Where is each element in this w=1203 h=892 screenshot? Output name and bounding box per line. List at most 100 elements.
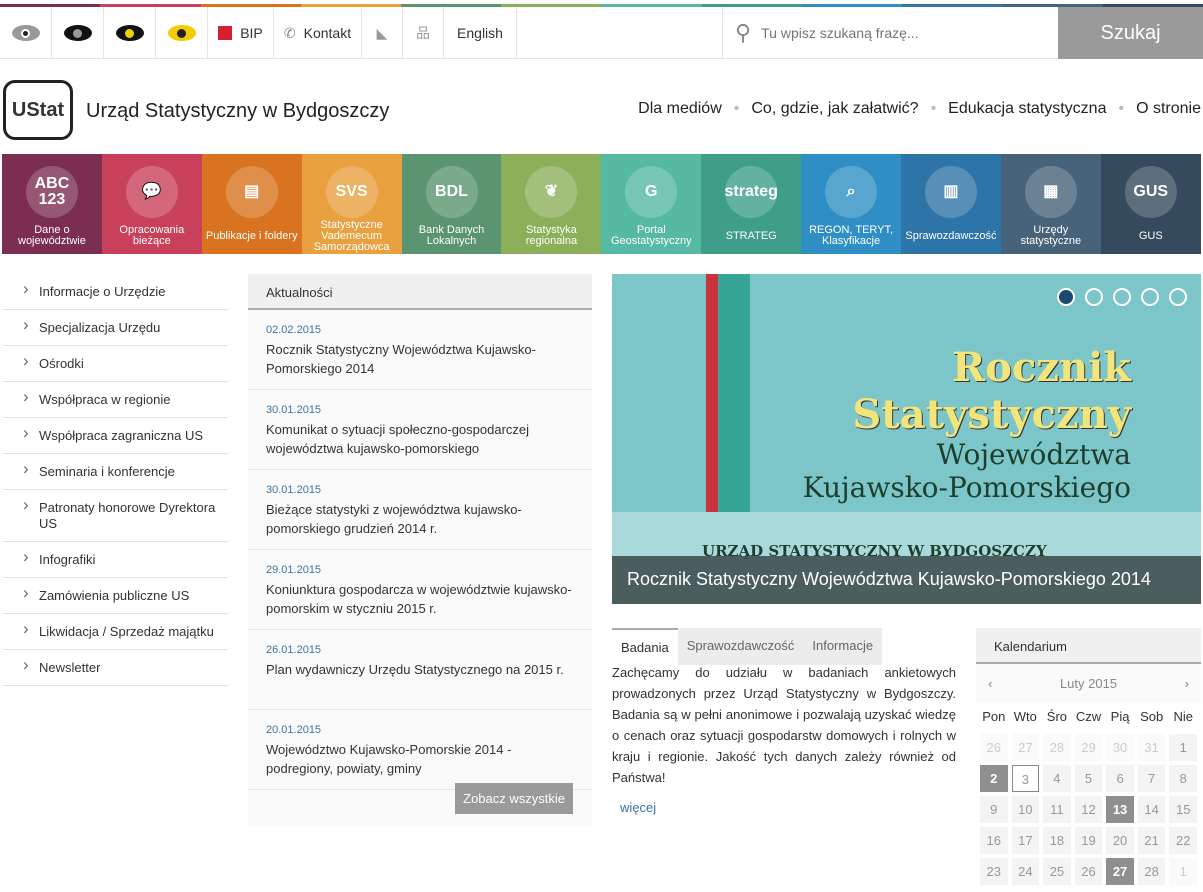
sidebar-item[interactable]: Współpraca w regionie (3, 382, 228, 418)
calendar-day[interactable]: 27 (1106, 858, 1134, 885)
see-all-button[interactable]: Zobacz wszystkie (455, 783, 573, 814)
search-button[interactable]: Szukaj (1058, 7, 1203, 59)
news-title[interactable]: Bieżące statystyki z województwa kujawsk… (266, 500, 574, 538)
news-title[interactable]: Komunikat o sytuacji społeczno-gospodarc… (266, 420, 574, 458)
news-item[interactable]: 02.02.2015 Rocznik Statystyczny Województ… (248, 310, 592, 390)
calendar-day[interactable]: 9 (980, 796, 1008, 823)
nav-link[interactable]: Co, gdzie, jak załatwić? (751, 100, 918, 118)
calendar-day[interactable]: 14 (1137, 796, 1166, 823)
calendar-day[interactable]: 13 (1106, 796, 1134, 823)
news-item[interactable]: 20.01.2015 Województwo Kujawsko-Pomorskie… (248, 710, 592, 790)
slide-dot[interactable] (1113, 288, 1131, 306)
english-link[interactable]: English (444, 7, 517, 59)
contrast-default-button[interactable] (0, 7, 52, 59)
slide-dot[interactable] (1169, 288, 1187, 306)
news-title[interactable]: Koniunktura gospodarcza w województwie k… (266, 580, 574, 618)
calendar-day[interactable]: 29 (1074, 734, 1103, 761)
news-item[interactable]: 29.01.2015 Koniunktura gospodarcza w woje… (248, 550, 592, 630)
nav-link[interactable]: O stronie (1136, 100, 1201, 118)
calendar-day[interactable]: 26 (980, 734, 1008, 761)
tile[interactable]: BDL Bank Danych Lokalnych (401, 154, 502, 254)
calendar-day[interactable]: 31 (1137, 734, 1166, 761)
sitemap-link[interactable]: 品 (403, 7, 444, 59)
tile[interactable]: strateg STRATEG (701, 154, 802, 254)
calendar-day[interactable]: 15 (1169, 796, 1197, 823)
tile[interactable]: 💬 Opracowania bieżące (101, 154, 202, 254)
calendar-day[interactable]: 21 (1137, 827, 1166, 854)
contrast-yellow-button[interactable] (156, 7, 208, 59)
rss-link[interactable]: ◣ (362, 7, 403, 59)
calendar-day[interactable]: 12 (1074, 796, 1103, 823)
calendar-day[interactable]: 3 (1011, 765, 1040, 792)
sidebar-item[interactable]: Seminaria i konferencje (3, 454, 228, 490)
calendar-day[interactable]: 22 (1169, 827, 1197, 854)
sidebar-item[interactable]: Newsletter (3, 650, 228, 686)
calendar-day[interactable]: 2 (980, 765, 1008, 792)
sidebar-item[interactable]: Specjalizacja Urzędu (3, 310, 228, 346)
slide-dot[interactable] (1085, 288, 1103, 306)
news-title[interactable]: Rocznik Statystyczny Województwa Kujawsk… (266, 340, 574, 378)
calendar-day[interactable]: 11 (1043, 796, 1071, 823)
calendar-day[interactable]: 6 (1106, 765, 1134, 792)
tab[interactable]: Informacje (803, 628, 883, 665)
sidebar-item[interactable]: Informacje o Urzędzie (3, 274, 228, 310)
sidebar-item[interactable]: Likwidacja / Sprzedaż majątku (3, 614, 228, 650)
nav-link[interactable]: Edukacja statystyczna (948, 100, 1106, 118)
calendar-day[interactable]: 1 (1169, 734, 1197, 761)
sidebar-item[interactable]: Współpraca zagraniczna US (3, 418, 228, 454)
tile[interactable]: ▤ Publikacje i foldery (201, 154, 302, 254)
contrast-black-yellow-button[interactable] (104, 7, 156, 59)
tile[interactable]: ▦ Urzędy statystyczne (1000, 154, 1101, 254)
calendar-day[interactable]: 24 (1011, 858, 1040, 885)
tile[interactable]: ⌕ REGON, TERYT, Klasyfikacje (801, 154, 902, 254)
news-item[interactable]: 26.01.2015 Plan wydawniczy Urzędu Statyst… (248, 630, 592, 710)
tile[interactable]: ▥ Sprawozdawczość (901, 154, 1001, 254)
calendar-day[interactable]: 16 (980, 827, 1008, 854)
calendar-day[interactable]: 28 (1043, 734, 1071, 761)
calendar-day[interactable]: 27 (1011, 734, 1040, 761)
calendar-day[interactable]: 18 (1043, 827, 1071, 854)
calendar-day[interactable]: 26 (1074, 858, 1103, 885)
tile[interactable]: ❦ Statystyka regionalna (501, 154, 602, 254)
banner-slider[interactable]: Rocznik Statystyczny Województwa Kujawsk… (612, 274, 1201, 604)
tile[interactable]: SVS Statystyczne Vademecum Samorządowca (301, 154, 402, 254)
site-title[interactable]: Urząd Statystyczny w Bydgoszczy (86, 100, 389, 123)
slide-dot[interactable] (1057, 288, 1075, 306)
tile[interactable]: ABC 123 Dane o województwie (2, 154, 102, 254)
nav-link[interactable]: Dla mediów (638, 100, 722, 118)
search-input[interactable] (751, 8, 1058, 58)
bip-link[interactable]: BIP (208, 7, 274, 59)
news-title[interactable]: Plan wydawniczy Urzędu Statystycznego na… (266, 660, 574, 679)
chevron-left-icon[interactable]: ‹ (988, 676, 992, 691)
tab[interactable]: Badania (612, 628, 678, 665)
news-item[interactable]: 30.01.2015 Bieżące statystyki z województ… (248, 470, 592, 550)
contrast-black-button[interactable] (52, 7, 104, 59)
tile[interactable]: G Portal Geostatystyczny (601, 154, 702, 254)
sidebar-item[interactable]: Ośrodki (3, 346, 228, 382)
news-title[interactable]: Województwo Kujawsko-Pomorskie 2014 - po… (266, 740, 574, 778)
calendar-day[interactable]: 4 (1043, 765, 1071, 792)
sidebar-item[interactable]: Patronaty honorowe Dyrektora US (3, 490, 228, 542)
calendar-day[interactable]: 7 (1137, 765, 1166, 792)
tile[interactable]: GUS GUS (1100, 154, 1201, 254)
calendar-day[interactable]: 10 (1011, 796, 1040, 823)
tab[interactable]: Sprawozdawczość (677, 628, 804, 665)
sidebar-item[interactable]: Zamówienia publiczne US (3, 578, 228, 614)
sidebar-item[interactable]: Infografiki (3, 542, 228, 578)
chevron-right-icon[interactable]: › (1185, 676, 1189, 691)
calendar-day[interactable]: 28 (1137, 858, 1166, 885)
calendar-day[interactable]: 5 (1074, 765, 1103, 792)
calendar-day[interactable]: 17 (1011, 827, 1040, 854)
calendar-day[interactable]: 1 (1169, 858, 1197, 885)
news-item[interactable]: 30.01.2015 Komunikat o sytuacji społeczno… (248, 390, 592, 470)
slide-dot[interactable] (1141, 288, 1159, 306)
logo[interactable]: UStat (3, 80, 73, 140)
banner-caption[interactable]: Rocznik Statystyczny Województwa Kujawsk… (612, 556, 1201, 604)
calendar-day[interactable]: 23 (980, 858, 1008, 885)
calendar-day[interactable]: 20 (1106, 827, 1134, 854)
calendar-day[interactable]: 25 (1043, 858, 1071, 885)
contact-link[interactable]: ✆ Kontakt (274, 7, 362, 59)
more-link[interactable]: więcej (620, 800, 656, 815)
calendar-day[interactable]: 30 (1106, 734, 1134, 761)
calendar-day[interactable]: 19 (1074, 827, 1103, 854)
